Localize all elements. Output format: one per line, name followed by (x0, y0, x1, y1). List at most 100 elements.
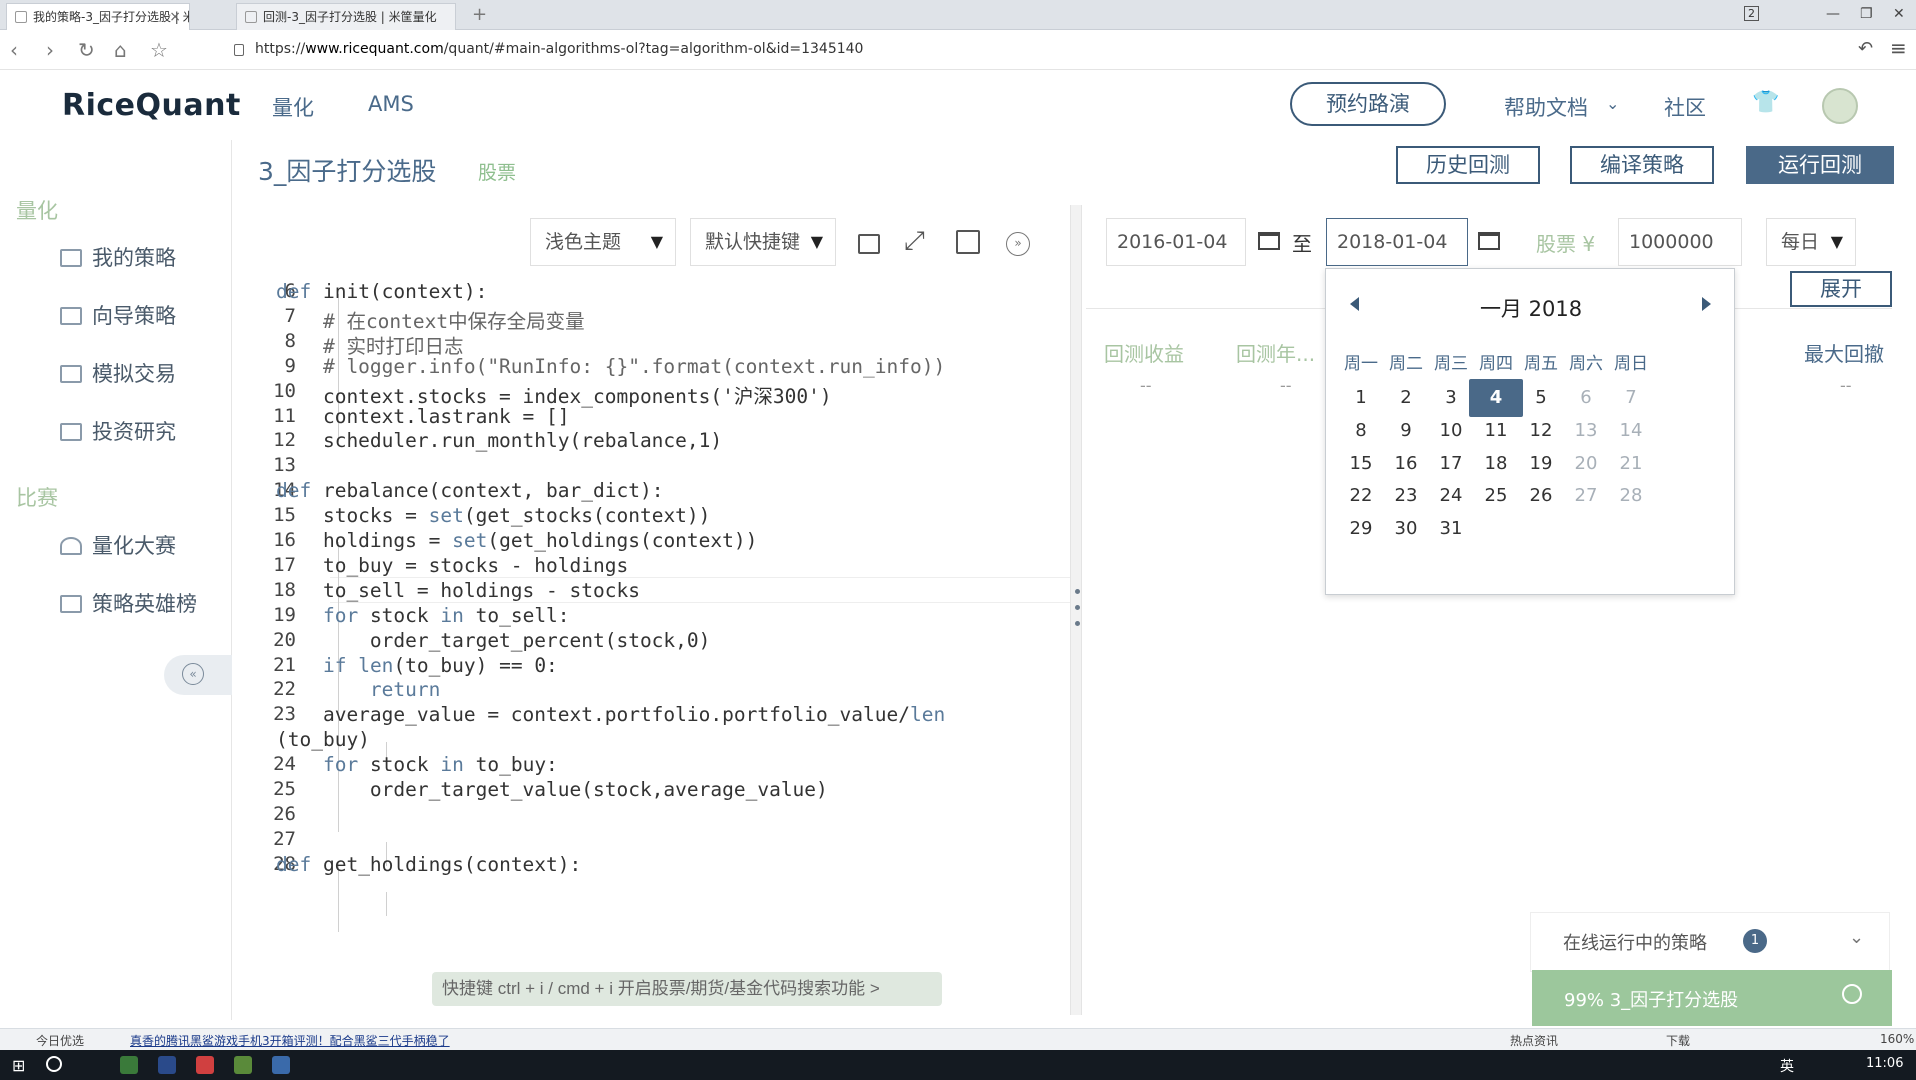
code-line: scheduler.run_monthly(rebalance,1) (276, 429, 723, 453)
drag-handle-dot (1075, 589, 1080, 594)
expand-button[interactable]: 展开 (1790, 271, 1892, 307)
theme-select[interactable]: 浅色主题 ▼ (530, 218, 676, 266)
browser-tab[interactable]: 回测-3_因子打分选股 | 米筐量化 (236, 3, 456, 30)
close-window-icon[interactable]: ✕ (1893, 6, 1905, 22)
initial-capital-input[interactable]: 1000000 (1618, 218, 1742, 266)
reload-icon[interactable]: ↻ (78, 38, 95, 62)
browser-tab-active[interactable]: 我的策略-3_因子打分选股 | 米筐 × (6, 3, 190, 30)
url-field[interactable]: https://www.ricequant.com/quant/#main-al… (255, 41, 863, 57)
chevron-down-icon[interactable]: ⌄ (1606, 94, 1619, 113)
roadshow-button[interactable]: 预约路演 (1290, 82, 1446, 126)
end-date-input[interactable]: 2018-01-04 (1326, 218, 1468, 266)
bookmark-star-icon[interactable]: ☆ (150, 38, 168, 62)
code-line: order_target_value(stock,average_value) (276, 778, 828, 801)
home-icon[interactable]: ⌂ (114, 38, 127, 62)
close-tab-icon[interactable]: × (169, 4, 181, 30)
frequency-select[interactable]: 每日 ▼ (1766, 218, 1856, 266)
maximize-icon[interactable]: ❐ (1860, 6, 1873, 22)
sidebar-item-guided-strategies[interactable]: 向导策略 (60, 300, 176, 330)
grid-icon (60, 307, 82, 325)
sidebar-section-contest: 比赛 (16, 486, 58, 510)
save-icon[interactable] (956, 230, 980, 254)
windows-taskbar: ⊞ 英 11:06 (0, 1050, 1916, 1080)
keymap-select[interactable]: 默认快捷键 ▼ (690, 218, 836, 266)
news-link[interactable]: 真香的腾讯黑鲨游戏手机3开箱评测！配合黑鲨三代手柄稳了 (130, 1032, 450, 1049)
sidebar-item-research[interactable]: 投资研究 (60, 416, 176, 446)
sidebar-item-paper-trading[interactable]: 模拟交易 (60, 358, 176, 388)
code-line: context.lastrank = [] (276, 404, 570, 428)
metric-label-annual: 回测年... (1236, 342, 1316, 366)
app-icon[interactable] (158, 1056, 176, 1074)
app-icon[interactable] (272, 1056, 290, 1074)
download-link[interactable]: 下载 (1666, 1032, 1690, 1049)
community-link[interactable]: 社区 (1664, 92, 1706, 122)
app-icon[interactable] (234, 1056, 252, 1074)
today-picks[interactable]: 今日优选 (36, 1032, 84, 1049)
start-date-input[interactable]: 2016-01-04 (1106, 218, 1246, 266)
code-line: order_target_percent(stock,0) (276, 628, 711, 652)
calendar-icon[interactable] (1478, 232, 1500, 250)
weekday-header: 周日 (1614, 354, 1648, 374)
drag-handle-dot (1075, 605, 1080, 610)
running-strategy-item[interactable]: 99% 3_因子打分选股 (1532, 970, 1892, 1026)
new-tab-icon[interactable]: + (472, 4, 487, 25)
next-icon[interactable]: » (1006, 232, 1030, 256)
browser-app-icon[interactable] (120, 1056, 138, 1074)
nav-quant[interactable]: 量化 (272, 92, 314, 122)
sidebar-item-leaderboard[interactable]: 策略英雄榜 (60, 588, 197, 618)
asset-type-label: 股票 ¥ (1536, 232, 1596, 256)
help-docs-link[interactable]: 帮助文档 (1504, 92, 1588, 122)
shortcut-hint-tooltip[interactable]: 快捷键 ctrl + i / cmd + i 开启股票/期货/基金代码搜索功能 … (432, 972, 942, 1006)
code-line: stocks = set(get_stocks(context)) (276, 504, 711, 528)
sidebar-item-quant-contest[interactable]: 量化大赛 (60, 530, 176, 560)
metric-value-return: -- (1140, 376, 1152, 395)
code-line: return (369, 678, 441, 702)
code-line: def init(context): (276, 280, 488, 303)
next-month-icon[interactable] (1702, 297, 1711, 311)
app-icon[interactable] (196, 1056, 214, 1074)
running-strategies-panel[interactable]: 在线运行中的策略 1 ⌄ (1530, 912, 1890, 972)
nav-ams[interactable]: AMS (368, 92, 414, 116)
calendar-icon[interactable] (1258, 232, 1280, 250)
calendar-day[interactable]: 31 (1424, 510, 1478, 548)
fullscreen-icon[interactable]: ⤢ (904, 226, 925, 257)
code-line: average_value = context.portfolio.portfo… (276, 703, 946, 727)
chevron-down-icon[interactable]: ⌄ (1849, 927, 1864, 948)
calendar-day[interactable]: 28 (1604, 477, 1658, 515)
forward-icon[interactable]: › (46, 38, 54, 62)
history-backtest-button[interactable]: 历史回测 (1396, 146, 1540, 184)
code-editor[interactable]: 6 def init(context): 7 # 在context中保存全局变量 8 … (234, 278, 1070, 1014)
sidebar-item-my-strategies[interactable]: 我的策略 (60, 242, 176, 272)
chart-icon (60, 249, 82, 267)
undo-icon[interactable]: ↶ (1858, 38, 1873, 59)
browser-tab-bar: 我的策略-3_因子打分选股 | 米筐 × 回测-3_因子打分选股 | 米筐量化 … (0, 0, 1916, 30)
compile-strategy-button[interactable]: 编译策略 (1570, 146, 1714, 184)
copy-icon[interactable] (858, 234, 880, 254)
clock[interactable]: 11:06 (1866, 1056, 1903, 1071)
avatar[interactable] (1822, 88, 1858, 124)
hot-news-link[interactable]: 热点资讯 (1510, 1032, 1558, 1049)
running-count-badge: 1 (1743, 929, 1767, 953)
code-line: to_sell = holdings - stocks (276, 578, 640, 602)
browser-status-bar: 今日优选 真香的腾讯黑鲨游戏手机3开箱评测！配合黑鲨三代手柄稳了 热点资讯 下载… (0, 1028, 1916, 1050)
indent-guide (386, 892, 387, 916)
back-icon[interactable]: ‹ (10, 38, 18, 62)
menu-icon[interactable]: ≡ (1890, 36, 1907, 60)
lock-icon (234, 44, 244, 56)
code-line: for stock in to_sell: (322, 603, 570, 627)
run-backtest-button[interactable]: 运行回测 (1746, 146, 1894, 184)
collapse-sidebar-button[interactable]: « (164, 655, 232, 695)
zoom-level[interactable]: 160% (1880, 1032, 1914, 1046)
ricequant-logo[interactable]: RiceQuant (62, 88, 241, 123)
collapse-icon: « (182, 663, 204, 685)
input-language[interactable]: 英 (1780, 1056, 1794, 1076)
shirt-icon[interactable]: 👕 (1752, 90, 1779, 115)
windows-start-icon[interactable]: ⊞ (12, 1056, 25, 1075)
power-icon[interactable] (1842, 984, 1862, 1004)
monitor-icon (60, 365, 82, 383)
search-icon[interactable] (46, 1056, 62, 1072)
code-line: # logger.info("RunInfo: {}".format(conte… (276, 354, 946, 378)
window-count-badge[interactable]: 2 (1744, 6, 1759, 21)
pane-splitter[interactable] (1070, 205, 1082, 1015)
minimize-icon[interactable]: — (1826, 6, 1840, 22)
